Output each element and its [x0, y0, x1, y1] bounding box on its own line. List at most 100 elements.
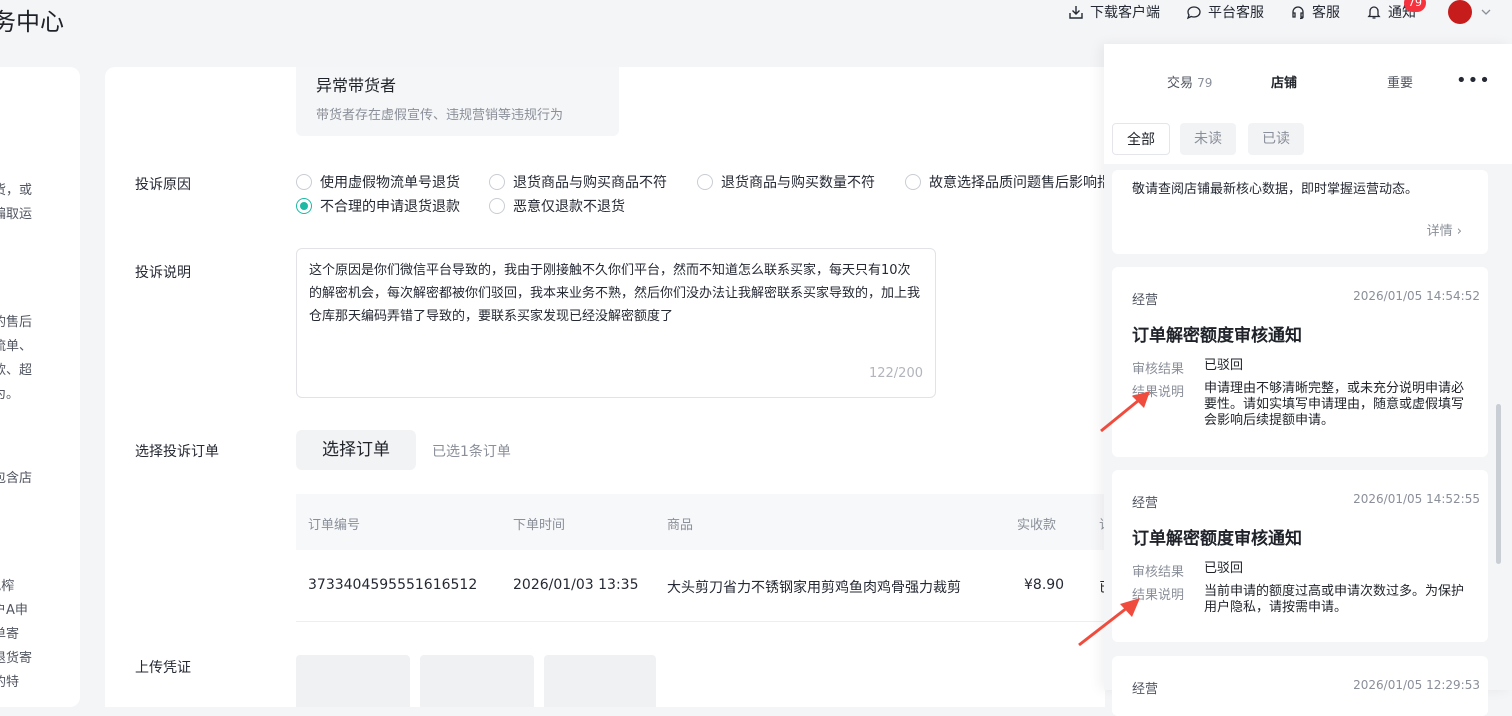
- select-order-button[interactable]: 选择订单: [296, 430, 416, 470]
- complaint-type-desc: 带货者存在虚假宣传、违规营销等违规行为: [316, 108, 564, 123]
- chevron-down-icon[interactable]: [1480, 6, 1492, 18]
- rules-text-line: 利的特: [0, 675, 20, 690]
- reason-radio-label: 恶意仅退款不退货: [513, 199, 625, 215]
- headset-icon: [1292, 6, 1304, 20]
- result-key: 审核结果: [1132, 565, 1185, 580]
- tab-trade[interactable]: 交易 79: [1167, 72, 1212, 91]
- rules-text-line: 退款、超: [0, 363, 33, 378]
- tab-trade-count: 79: [1197, 76, 1213, 90]
- notification-time: 2026/01/05 14:54:52: [1353, 289, 1480, 303]
- filter-read[interactable]: 已读: [1248, 123, 1304, 155]
- download-client-link[interactable]: 下载客户端: [1068, 2, 1160, 22]
- rules-text-line: 流单寄: [0, 627, 20, 642]
- amount-cell: ¥8.90: [1024, 577, 1065, 593]
- rules-text-line: 行为。: [0, 387, 20, 402]
- filter-all[interactable]: 全部: [1112, 123, 1170, 155]
- download-icon: [1069, 6, 1083, 19]
- notification-title: 订单解密额度审核通知: [1132, 326, 1302, 346]
- upload-label: 上传凭证: [135, 660, 191, 676]
- reason-radio-label: 使用虚假物流单号退货: [320, 175, 460, 191]
- complaint-type-option[interactable]: 异常带货者 带货者存在虚假宣传、违规营销等违规行为: [296, 67, 619, 136]
- notification-category: 经营: [1132, 293, 1159, 308]
- reason-radio[interactable]: 使用虚假物流单号退货: [296, 172, 460, 192]
- platform-service-label: 平台客服: [1208, 5, 1264, 21]
- reason-radio[interactable]: 恶意仅退款不退货: [489, 196, 625, 216]
- description-text: 这个原因是你们微信平台导致的，我由于刚接触不久你们平台，然而不知道怎么联系买家，…: [309, 263, 921, 324]
- reason-radio-label: 退货商品与购买商品不符: [513, 175, 667, 191]
- download-client-label: 下载客户端: [1090, 5, 1160, 21]
- page-title: 务中心: [0, 8, 64, 36]
- radio-circle: [296, 174, 312, 190]
- reason-label: 投诉原因: [135, 177, 191, 193]
- platform-service-link[interactable]: 平台客服: [1186, 2, 1264, 22]
- evidence-thumbnail[interactable]: [296, 655, 410, 707]
- column-header: 商品: [667, 518, 694, 533]
- customer-service-label: 客服: [1312, 5, 1340, 21]
- evidence-thumbnail[interactable]: [544, 655, 656, 707]
- order-table-header: 订单编号 下单时间 商品 实收款 订: [296, 494, 1105, 550]
- notification-summary: 敬请查阅店铺最新核心数据，即时掌握运营动态。: [1132, 182, 1419, 197]
- notification-category: 经营: [1132, 682, 1159, 697]
- chevron-right-icon: ›: [1456, 224, 1462, 239]
- result-key: 审核结果: [1132, 362, 1185, 377]
- description-textarea[interactable]: 这个原因是你们微信平台导致的，我由于刚接触不久你们平台，然而不知道怎么联系买家，…: [296, 248, 936, 398]
- notification-title: 订单解密额度审核通知: [1132, 529, 1302, 549]
- selected-order-note: 已选1条订单: [432, 444, 511, 460]
- reason-radio[interactable]: 退货商品与购买商品不符: [489, 172, 667, 192]
- filter-unread[interactable]: 未读: [1180, 123, 1236, 155]
- char-counter: 122/200: [868, 366, 923, 381]
- bell-icon: [1367, 6, 1381, 19]
- rules-text-line: 0包榨: [0, 579, 15, 594]
- rules-text-line: 物流单、: [0, 339, 33, 354]
- order-label: 选择投诉订单: [135, 444, 219, 460]
- notification-card[interactable]: 经营 2026/01/05 14:52:55 订单解密额度审核通知 审核结果 已…: [1112, 470, 1488, 642]
- annotation-arrow-icon: [1100, 391, 1150, 433]
- complaint-type-title: 异常带货者: [316, 76, 397, 95]
- panel-scrollbar[interactable]: [1496, 404, 1501, 564]
- tab-shop[interactable]: 店铺: [1271, 72, 1297, 91]
- tab-important[interactable]: 重要: [1387, 72, 1413, 91]
- column-header: 下单时间: [513, 518, 566, 533]
- complaint-form: 异常带货者 带货者存在虚假宣传、违规营销等违规行为 投诉原因 使用虚假物流单号退…: [105, 67, 1105, 707]
- reason-radio[interactable]: 故意选择品质问题售后影响指: [905, 172, 1105, 192]
- reason-radio[interactable]: 退货商品与购买数量不符: [697, 172, 875, 192]
- reason-radio-label: 故意选择品质问题售后影响指: [929, 175, 1105, 191]
- column-header: 订单编号: [308, 518, 361, 533]
- rules-text-line: 以骗取运: [0, 207, 33, 222]
- table-row: 3733404595551616512 2026/01/03 13:35 大头剪…: [296, 550, 1105, 622]
- explain-value: 当前申请的额度过高或申请次数过多。为保护用户隐私，请按需申请。: [1204, 584, 1465, 615]
- detail-link[interactable]: 详情 ›: [1427, 220, 1462, 239]
- tab-trade-label: 交易: [1167, 76, 1194, 91]
- description-label: 投诉说明: [135, 265, 191, 281]
- more-options-icon[interactable]: •••: [1456, 70, 1491, 91]
- result-value: 已驳回: [1204, 561, 1244, 576]
- radio-circle: [489, 198, 505, 214]
- order-id-cell: 3733404595551616512: [308, 577, 478, 593]
- notification-time: 2026/01/05 14:52:55: [1353, 492, 1480, 506]
- notification-tabs: 交易 79 店铺 重要 •••: [1104, 44, 1512, 112]
- order-time-cell: 2026/01/03 13:35: [513, 577, 639, 593]
- notification-card[interactable]: 经营 2026/01/05 14:54:52 订单解密额度审核通知 审核结果 已…: [1112, 267, 1488, 457]
- read-filter-bar: 全部 未读 已读: [1104, 112, 1512, 164]
- notification-card[interactable]: 敬请查阅店铺最新核心数据，即时掌握运营动态。 详情 ›: [1112, 170, 1488, 254]
- rules-text-line: 退货，或: [0, 183, 33, 198]
- rules-text-line: 请退货寄: [0, 651, 33, 666]
- notification-card[interactable]: 经营 2026/01/05 12:29:53: [1112, 656, 1488, 716]
- customer-service-link[interactable]: 客服: [1290, 2, 1340, 22]
- product-cell: 大头剪刀省力不锈钢家用剪鸡鱼肉鸡骨强力裁剪: [667, 580, 961, 596]
- rules-side-card: 退货，或 以骗取运 理的售后 物流单、 退款、超 行为。 ，包含店 0包榨 用户…: [0, 67, 80, 707]
- rules-text-line: ，包含店: [0, 471, 33, 486]
- avatar[interactable]: [1448, 0, 1472, 24]
- reason-radio-selected[interactable]: 不合理的申请退货退款: [296, 196, 460, 216]
- column-header: 实收款: [1017, 518, 1057, 533]
- radio-circle: [489, 174, 505, 190]
- annotation-arrow-icon: [1078, 598, 1140, 647]
- notification-panel: 交易 79 店铺 重要 ••• 全部 未读 已读 敬请查阅店铺最新核心数据，即时…: [1104, 44, 1512, 716]
- notification-category: 经营: [1132, 496, 1159, 511]
- evidence-thumbnail[interactable]: [420, 655, 534, 707]
- rules-text-line: 理的售后: [0, 315, 33, 330]
- rules-text-line: 用户A申: [0, 603, 28, 618]
- reason-radio-label: 退货商品与购买数量不符: [721, 175, 875, 191]
- explain-value: 申请理由不够清晰完整，或未充分说明申请必要性。请如实填写申请理由，随意或虚假填写…: [1204, 381, 1465, 428]
- detail-label: 详情: [1426, 224, 1453, 239]
